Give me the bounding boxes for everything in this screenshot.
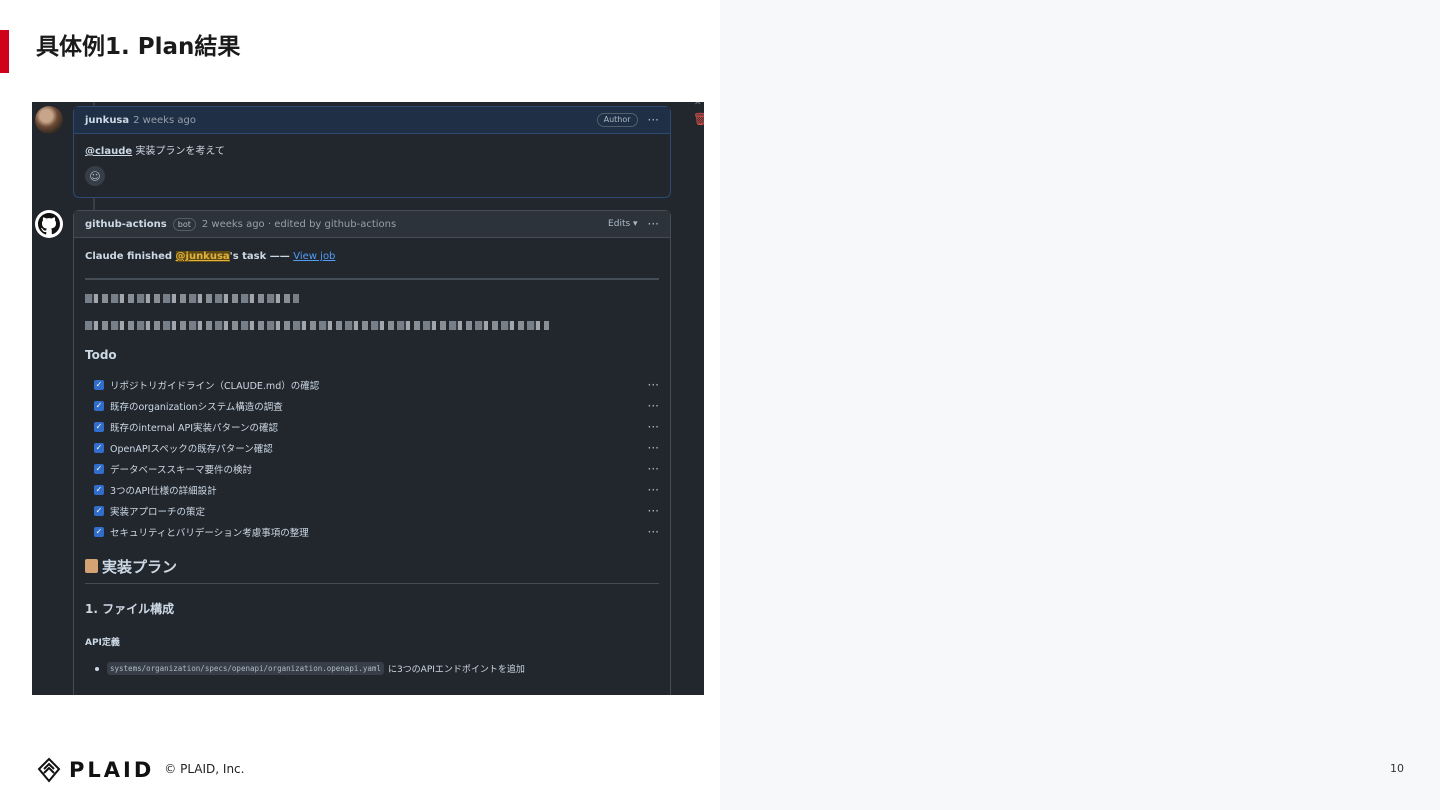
plan-heading-text: 実装プラン <box>102 558 178 576</box>
plaid-logo-icon <box>37 757 61 783</box>
clipboard-icon <box>85 559 98 573</box>
todo-menu-icon[interactable]: ··· <box>648 378 659 392</box>
comment-body: Claude finished @junkusa's task —— View … <box>74 238 670 683</box>
todo-item: ✓ データベーススキーマ要件の検討 ··· <box>85 458 659 479</box>
bot-badge: bot <box>172 217 196 231</box>
todo-list: ✓ リポジトリガイドライン（CLAUDE.md）の確認 ··· ✓ 既存のorgani… <box>85 374 659 542</box>
todo-menu-icon[interactable]: ··· <box>648 525 659 539</box>
divider <box>85 278 659 280</box>
edits-dropdown[interactable]: Edits ▾ <box>608 219 638 229</box>
edge-mark: ✕ <box>694 102 702 108</box>
github-avatar[interactable] <box>35 210 63 238</box>
todo-item: ✓ リポジトリガイドライン（CLAUDE.md）の確認 ··· <box>85 374 659 395</box>
comment-card-junkusa: junkusa 2 weeks ago Author ··· @claude 実… <box>73 106 671 198</box>
checkbox-checked[interactable]: ✓ <box>94 526 104 537</box>
smiley-icon[interactable]: ☺ <box>85 166 105 186</box>
author-badge: Author <box>596 113 638 127</box>
blurred-text <box>85 294 299 303</box>
todo-item: ✓ 実装アプローチの策定 ··· <box>85 500 659 521</box>
checkbox-checked[interactable]: ✓ <box>94 400 104 411</box>
copyright-text: © PLAID, Inc. <box>164 761 245 776</box>
todo-menu-icon[interactable]: ··· <box>648 441 659 455</box>
checkbox-checked[interactable]: ✓ <box>94 379 104 390</box>
blurred-text <box>85 321 549 330</box>
plaid-logo-text: PLAID <box>69 758 155 782</box>
comment-body: @claude 実装プランを考えて ☺ <box>74 134 670 194</box>
right-blank-panel <box>720 0 1440 810</box>
trash-icon[interactable]: 🗑 <box>693 112 704 126</box>
task-finished-line: Claude finished @junkusa's task —— View … <box>85 251 659 262</box>
todo-item: ✓ OpenAPIスペックの既存パターン確認 ··· <box>85 437 659 458</box>
checkbox-checked[interactable]: ✓ <box>94 442 104 453</box>
todo-menu-icon[interactable]: ··· <box>648 420 659 434</box>
github-icon <box>38 213 60 235</box>
plan-heading: 実装プラン <box>85 556 659 584</box>
todo-label: 3つのAPI仕様の詳細設計 <box>110 485 217 497</box>
footer: PLAID © PLAID, Inc. <box>37 757 244 783</box>
title-accent-bar <box>0 30 9 73</box>
comment-header: junkusa 2 weeks ago Author ··· <box>74 107 670 134</box>
todo-label: データベーススキーマ要件の検討 <box>110 464 253 476</box>
checkbox-checked[interactable]: ✓ <box>94 463 104 474</box>
checkbox-checked[interactable]: ✓ <box>94 505 104 516</box>
github-screenshot: ✕ 🗑 junkusa 2 weeks ago Author ··· @clau… <box>32 102 704 695</box>
comment-header: github-actions bot 2 weeks ago · edited … <box>74 211 670 238</box>
comment-meta[interactable]: 2 weeks ago · edited by github-actions <box>202 219 396 230</box>
section-heading: 1. ファイル構成 <box>85 602 175 616</box>
finished-suffix: 's task —— <box>229 251 294 262</box>
todo-item: ✓ 既存のinternal API実装パターンの確認 ··· <box>85 416 659 437</box>
comment-text: @claude 実装プランを考えて <box>85 142 659 157</box>
todo-menu-icon[interactable]: ··· <box>648 483 659 497</box>
slide-title: 具体例1. Plan結果 <box>36 34 241 60</box>
finished-prefix: Claude finished <box>85 251 176 262</box>
comment-card-github-actions: github-actions bot 2 weeks ago · edited … <box>73 210 671 695</box>
mention-link[interactable]: @junkusa <box>175 251 230 262</box>
todo-label: 実装アプローチの策定 <box>110 506 206 518</box>
checkbox-checked[interactable]: ✓ <box>94 421 104 432</box>
comment-menu-icon[interactable]: ··· <box>648 217 659 231</box>
comment-text-content: 実装プランを考えて <box>132 146 225 157</box>
code-path: systems/organization/specs/openapi/organ… <box>107 662 384 675</box>
comment-menu-icon[interactable]: ··· <box>648 113 659 127</box>
subsection-heading: API定義 <box>85 638 120 648</box>
todo-label: 既存のinternal API実装パターンの確認 <box>110 422 279 434</box>
avatar[interactable] <box>35 106 63 134</box>
todo-item: ✓ セキュリティとバリデーション考慮事項の整理 ··· <box>85 521 659 542</box>
comment-author[interactable]: github-actions <box>85 219 167 230</box>
todo-item: ✓ 既存のorganizationシステム構造の調査 ··· <box>85 395 659 416</box>
list-item: systems/organization/specs/openapi/organ… <box>85 662 659 675</box>
todo-menu-icon[interactable]: ··· <box>648 399 659 413</box>
todo-menu-icon[interactable]: ··· <box>648 504 659 518</box>
page-number: 10 <box>1390 762 1404 775</box>
list-item-text: に3つのAPIエンドポイントを追加 <box>387 665 525 675</box>
mention-link[interactable]: @claude <box>85 146 132 157</box>
todo-label: セキュリティとバリデーション考慮事項の整理 <box>110 527 309 539</box>
checkbox-checked[interactable]: ✓ <box>94 484 104 495</box>
comment-author[interactable]: junkusa <box>85 115 129 126</box>
view-job-link[interactable]: View job <box>293 251 335 262</box>
todo-label: OpenAPIスペックの既存パターン確認 <box>110 443 273 455</box>
todo-label: リポジトリガイドライン（CLAUDE.md）の確認 <box>110 380 320 392</box>
todo-menu-icon[interactable]: ··· <box>648 462 659 476</box>
bullet-dot <box>95 666 99 671</box>
todo-label: 既存のorganizationシステム構造の調査 <box>110 401 283 413</box>
comment-time[interactable]: 2 weeks ago <box>133 115 196 126</box>
todo-item: ✓ 3つのAPI仕様の詳細設計 ··· <box>85 479 659 500</box>
todo-heading: Todo <box>85 348 117 362</box>
